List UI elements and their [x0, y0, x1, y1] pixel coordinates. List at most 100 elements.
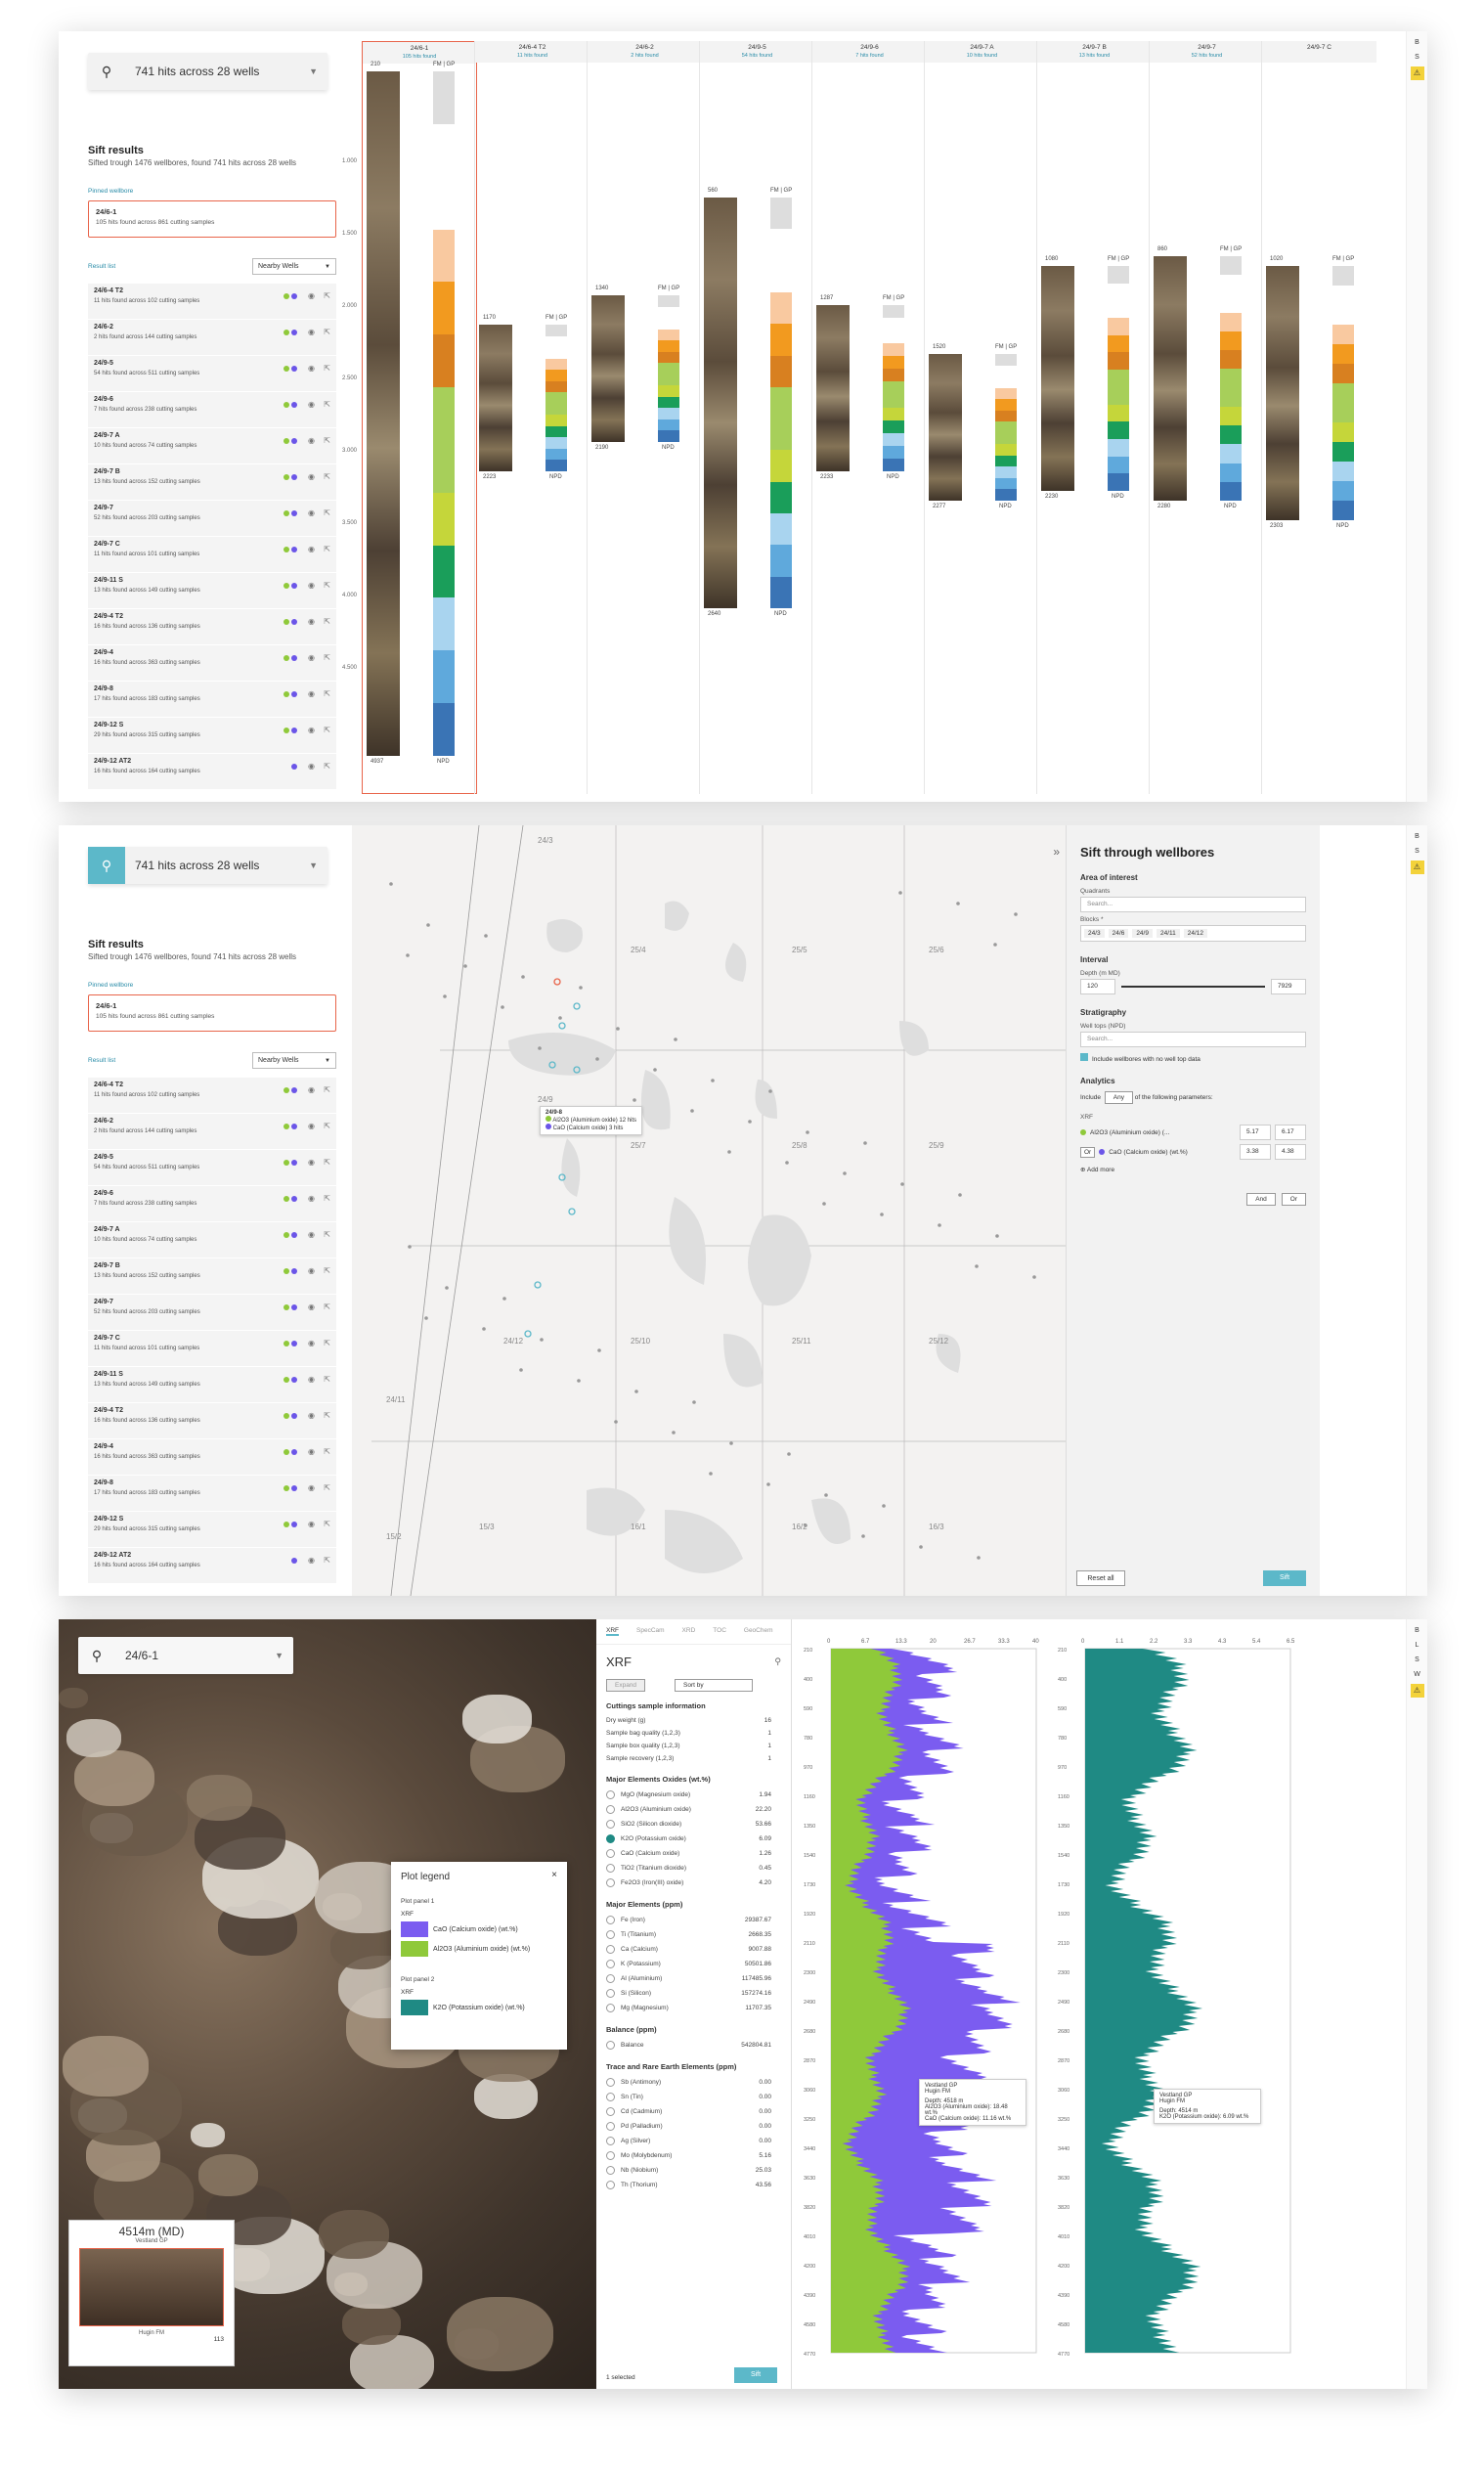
strat-column[interactable] [1108, 266, 1129, 491]
list-item[interactable]: 24/9-5 54 hits found across 511 cutting s… [88, 356, 336, 392]
slider-track[interactable] [1121, 986, 1265, 988]
open-icon[interactable]: ⇱ [324, 617, 330, 626]
list-item[interactable]: 24/9-5 54 hits found across 511 cutting s… [88, 1150, 336, 1186]
core-image[interactable] [1154, 256, 1187, 501]
well-point[interactable] [863, 1141, 867, 1145]
and-button[interactable]: And [1246, 1193, 1276, 1206]
well-point[interactable] [958, 1193, 962, 1197]
well-point[interactable] [993, 943, 997, 947]
depth-slider[interactable]: 120 7929 [1080, 979, 1306, 994]
list-item[interactable]: 24/9-4 T2 16 hits found across 136 cuttin… [88, 609, 336, 645]
strat-column[interactable] [658, 295, 679, 442]
core-image[interactable] [479, 325, 512, 471]
param-1-max[interactable]: 6.17 [1275, 1125, 1306, 1140]
well-point[interactable] [653, 1068, 657, 1072]
well-point[interactable] [482, 1327, 486, 1331]
well-point[interactable] [880, 1213, 884, 1216]
well-point[interactable] [1032, 1275, 1036, 1279]
well-column[interactable]: 24/9-6 7 hits found 1287 FM | GP 2233 NPD [811, 41, 927, 794]
well-point[interactable] [711, 1079, 715, 1082]
eye-icon[interactable]: ◉ [308, 1447, 315, 1456]
xrf-row[interactable]: CaO (Calcium oxide) 1.26 [596, 1846, 791, 1861]
well-point[interactable] [729, 1441, 733, 1445]
or-toggle[interactable]: Or [1080, 1146, 1096, 1158]
location-pin-icon[interactable]: ⚲ [88, 53, 125, 90]
hit-well-point[interactable] [524, 1330, 532, 1338]
strat-column[interactable] [770, 198, 792, 609]
open-icon[interactable]: ⇱ [324, 1158, 330, 1167]
well-point[interactable] [938, 1223, 941, 1227]
well-point[interactable] [956, 902, 960, 905]
strat-column[interactable] [883, 305, 904, 472]
xrf-row[interactable]: Sb (Antimony) 0.00 [596, 2075, 791, 2090]
well-point[interactable] [540, 1338, 544, 1342]
well-point[interactable] [389, 882, 393, 886]
radio-icon[interactable] [606, 1864, 615, 1873]
hit-well-point[interactable] [573, 1002, 581, 1010]
list-item[interactable]: 24/6-2 2 hits found across 144 cutting sa… [88, 1114, 336, 1150]
xrf-row[interactable]: Th (Thorium) 43.56 [596, 2178, 791, 2192]
list-item[interactable]: 24/9-11 S 13 hits found across 149 cuttin… [88, 1367, 336, 1403]
param-1-min[interactable]: 5.17 [1240, 1125, 1271, 1140]
xrf-row[interactable]: Fe (Iron) 29387.67 [596, 1913, 791, 1927]
list-item[interactable]: 24/9-7 52 hits found across 203 cutting s… [88, 501, 336, 537]
map-svg[interactable]: 24/3 25/4 25/5 25/6 24/9 25/7 25/8 25/9 24/12 25/… [352, 825, 1066, 1596]
eye-icon[interactable]: ◉ [308, 1122, 315, 1130]
eye-icon[interactable]: ◉ [308, 1230, 315, 1239]
add-more-button[interactable]: ⊕ Add more [1080, 1166, 1306, 1173]
well-point[interactable] [579, 986, 583, 990]
xrf-row[interactable]: SiO2 (Silicon dioxide) 53.66 [596, 1817, 791, 1832]
tab-geochem[interactable]: GeoChem [744, 1627, 773, 1636]
open-icon[interactable]: ⇱ [324, 400, 330, 409]
list-item[interactable]: 24/9-8 17 hits found across 183 cutting s… [88, 1476, 336, 1512]
warning-icon[interactable]: ⚠ [1410, 1684, 1424, 1698]
sortby-dropdown[interactable]: Sort by [675, 1679, 754, 1692]
well-point[interactable] [597, 1348, 601, 1352]
well-point[interactable] [484, 934, 488, 938]
list-item[interactable]: 24/9-7 A 10 hits found across 74 cutting … [88, 1222, 336, 1258]
eye-icon[interactable]: ◉ [308, 1266, 315, 1275]
block-chip[interactable]: 24/9 [1132, 929, 1153, 938]
tab-speccam[interactable]: SpecCam [636, 1627, 665, 1636]
xrf-row[interactable]: TiO2 (Titanium dioxide) 0.45 [596, 1861, 791, 1876]
well-point[interactable] [406, 953, 410, 957]
list-item[interactable]: 24/9-6 7 hits found across 238 cutting sa… [88, 1186, 336, 1222]
open-icon[interactable]: ⇱ [324, 1520, 330, 1528]
well-point[interactable] [502, 1297, 506, 1301]
chart-1-svg[interactable]: 0 6.7 13.3 20 26.7 33.3 40 210 400 590 780 970 1160 1… [802, 1619, 1046, 2389]
well-header[interactable]: 24/9-7 B 13 hits found [1037, 41, 1152, 63]
well-point[interactable] [975, 1264, 979, 1268]
open-icon[interactable]: ⇱ [324, 1230, 330, 1239]
well-column[interactable]: 24/9-7 C 1020 FM | GP 2303 NPD [1261, 41, 1376, 794]
well-point[interactable] [443, 994, 447, 998]
well-point[interactable] [614, 1420, 618, 1424]
warning-icon[interactable]: ⚠ [1410, 66, 1424, 80]
location-pin-icon[interactable]: ⚲ [78, 1637, 115, 1674]
depth-minimap[interactable]: 4514m (MD) Vestland GP Hugin FM 113 [68, 2220, 235, 2366]
list-item[interactable]: 24/6-4 T2 11 hits found across 102 cuttin… [88, 1078, 336, 1114]
filter-icon[interactable]: ⚲ [774, 1656, 781, 1667]
block-chip[interactable]: 24/11 [1156, 929, 1180, 938]
eye-icon[interactable]: ◉ [308, 545, 315, 553]
well-point[interactable] [501, 1005, 504, 1009]
hit-well-point[interactable] [568, 1208, 576, 1215]
cuttings-photo[interactable]: ⚲ 24/6-1 ▼ Plot legend × Plot panel 1 XR… [59, 1619, 596, 2389]
radio-icon[interactable] [606, 2181, 615, 2189]
radio-icon[interactable] [606, 2107, 615, 2116]
reset-all-button[interactable]: Reset all [1076, 1570, 1125, 1586]
well-point[interactable] [692, 1400, 696, 1404]
radio-icon[interactable] [606, 1916, 615, 1924]
well-point[interactable] [445, 1286, 449, 1290]
toolbar-b[interactable]: B [1407, 39, 1427, 46]
core-image[interactable] [929, 354, 962, 501]
open-icon[interactable]: ⇱ [324, 328, 330, 336]
open-icon[interactable]: ⇱ [324, 1085, 330, 1094]
open-icon[interactable]: ⇱ [324, 436, 330, 445]
radio-icon[interactable] [606, 1805, 615, 1814]
well-point[interactable] [977, 1556, 981, 1560]
core-image[interactable] [704, 198, 737, 608]
well-column[interactable]: 24/9-7 A 10 hits found 1520 FM | GP 2277 NPD [924, 41, 1039, 794]
chart-2-svg[interactable]: 0 1.1 2.2 3.3 4.3 5.4 6.5 210 400 590 780 970 1160 13… [1056, 1619, 1300, 2389]
open-icon[interactable]: ⇱ [324, 1266, 330, 1275]
well-point[interactable] [785, 1161, 789, 1165]
